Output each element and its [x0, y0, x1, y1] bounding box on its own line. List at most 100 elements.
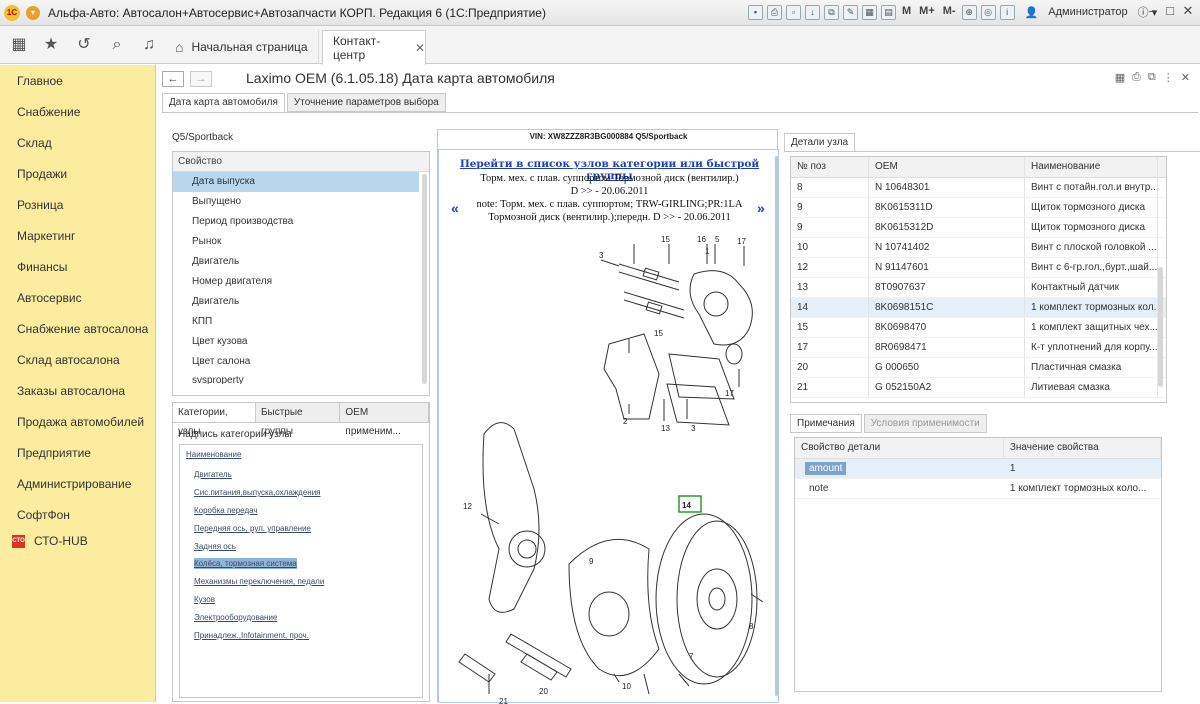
sidebar-item-cto-hub[interactable]: CTO СТО-HUB	[12, 534, 88, 548]
table-row[interactable]: amount 1	[795, 459, 1161, 479]
list-item[interactable]: Наименование	[186, 450, 241, 459]
minimize-icon[interactable]: –	[1145, 4, 1161, 20]
diagram-label-highlight[interactable]: 14	[682, 501, 691, 510]
parts-scrollbar[interactable]	[1158, 267, 1163, 387]
table-row[interactable]: 9 8K0615311D Щиток тормозного диска	[791, 198, 1166, 218]
sidebar-item-administration[interactable]: Администрирование	[17, 477, 131, 491]
table-row[interactable]: КПП	[173, 312, 429, 332]
memory-plus-button[interactable]: M+	[917, 5, 937, 20]
sidebar-item-retail[interactable]: Розница	[17, 198, 63, 212]
history-icon[interactable]: ↺	[75, 36, 93, 54]
table-row[interactable]: Двигатель	[173, 292, 429, 312]
sidebar-item-dealer-supply[interactable]: Снабжение автосалона	[17, 322, 148, 336]
preview-icon[interactable]: ▫	[786, 4, 801, 20]
table-row[interactable]: 12 N 91147601 Винт с 6-гр.гол.,бурт.,шай..…	[791, 258, 1166, 278]
table-row[interactable]: 9 8K0615312D Щиток тормозного диска	[791, 218, 1166, 238]
sidebar-item-autoservice[interactable]: Автосервис	[17, 291, 82, 305]
list-item[interactable]: Электрооборудование	[194, 613, 277, 622]
close-form-icon[interactable]: ✕	[1181, 71, 1190, 84]
tab-categories[interactable]: Категории, узлы	[173, 403, 256, 437]
info-icon[interactable]: i	[999, 4, 1015, 20]
sidebar-item-warehouse[interactable]: Склад	[17, 136, 52, 150]
table-row[interactable]: 10 N 10741402 Винт с плоской головкой ...	[791, 238, 1166, 258]
maximize-icon[interactable]: □	[1162, 4, 1178, 20]
memory-m-button[interactable]: M	[900, 5, 913, 20]
print-form-icon[interactable]: ⎙	[1132, 71, 1141, 84]
column-header-pos[interactable]: № поз	[791, 157, 869, 177]
tab-home[interactable]: ⌂ Начальная страница	[165, 30, 319, 64]
tab-node-details[interactable]: Детали узла	[784, 133, 856, 152]
sidebar-item-main[interactable]: Главное	[17, 74, 63, 88]
close-window-icon[interactable]: ✕	[1180, 4, 1196, 20]
properties-scrollbar[interactable]	[422, 174, 427, 384]
table-row[interactable]: Номер двигателя	[173, 272, 429, 292]
sidebar-item-dealer-warehouse[interactable]: Склад автосалона	[17, 353, 120, 367]
column-header-name[interactable]: Наименование	[1025, 157, 1158, 177]
link-icon[interactable]: ⧉	[1148, 71, 1156, 84]
table-row[interactable]: Дата выпуска	[173, 172, 419, 192]
copy-icon[interactable]: ⧉	[824, 4, 839, 20]
list-item[interactable]: Коробка передач	[194, 506, 258, 515]
calculator-icon[interactable]: ▤	[881, 4, 896, 20]
favorites-star-icon[interactable]: ★	[42, 36, 60, 54]
list-item[interactable]: Передняя ось, рул. управление	[194, 524, 311, 533]
tab-oem-applicability[interactable]: OEM применим...	[340, 403, 430, 437]
table-row[interactable]: 17 8R0698471 К-т уплотнений для корпу...	[791, 338, 1166, 358]
main-menu-icon[interactable]: ▾	[26, 5, 40, 20]
next-diagram-arrow[interactable]: »	[757, 200, 765, 216]
bell-icon[interactable]: ◎	[980, 4, 996, 20]
table-row[interactable]: Двигатель	[173, 252, 429, 272]
user-name[interactable]: Администратор	[1048, 6, 1127, 18]
save-form-icon[interactable]: ▦	[1115, 71, 1125, 84]
table-row[interactable]: 15 8K0698470 1 комплект защитных чех...	[791, 318, 1166, 338]
table-row[interactable]: note 1 комплект тормозных коло...	[795, 479, 1161, 499]
notifications-bell-icon[interactable]: ♫	[140, 36, 158, 54]
tab-notes[interactable]: Примечания	[790, 414, 862, 433]
zoom-icon[interactable]: ⊕	[961, 4, 977, 20]
sidebar-item-car-sales[interactable]: Продажа автомобилей	[17, 415, 144, 429]
column-header-oem[interactable]: OEM	[869, 157, 1025, 177]
sidebar-item-finance[interactable]: Финансы	[17, 260, 67, 274]
list-item[interactable]: Сис.питания,выпуска,охлаждения	[194, 488, 321, 497]
table-row[interactable]: Период производства	[173, 212, 429, 232]
list-item[interactable]: Принадлеж.,Infotainment, проч.	[194, 631, 309, 640]
list-item[interactable]: Механизмы переключения, педали	[194, 577, 324, 586]
table-row[interactable]: Выпущено	[173, 192, 429, 212]
table-row[interactable]: svsproperty	[173, 372, 429, 384]
column-header-value[interactable]: Значение свойства	[1004, 438, 1161, 458]
calendar-icon[interactable]: ▦	[862, 4, 877, 20]
tab-quick-groups[interactable]: Быстрые группы	[255, 403, 341, 437]
list-item-selected[interactable]: Колёса, тормозная система	[194, 558, 297, 569]
list-item[interactable]: Двигатель	[194, 470, 232, 479]
table-row[interactable]: 21 G 052150A2 Литиевая смазка	[791, 378, 1166, 398]
download-icon[interactable]: ↓	[805, 4, 820, 20]
tab-applicability[interactable]: Условия применимости	[863, 414, 987, 433]
edit-icon[interactable]: ✎	[843, 4, 858, 20]
sidebar-item-softphone[interactable]: СофтФон	[17, 508, 70, 522]
close-tab-icon[interactable]: ✕	[415, 41, 425, 55]
search-icon[interactable]: ⌕	[108, 36, 126, 54]
print-icon[interactable]: ⎙	[767, 4, 782, 20]
table-row[interactable]: Цвет салона	[173, 352, 429, 372]
table-row[interactable]: 8N 10648301 Винт с потайн.гол.и внутр...	[791, 178, 1166, 198]
prev-diagram-arrow[interactable]: «	[451, 200, 459, 216]
apps-grid-icon[interactable]: ▦	[10, 36, 28, 54]
more-icon[interactable]: ⋮	[1163, 71, 1174, 84]
sidebar-item-supply[interactable]: Снабжение	[17, 105, 80, 119]
save-icon[interactable]: ▪	[748, 4, 763, 20]
sidebar-item-marketing[interactable]: Маркетинг	[17, 229, 75, 243]
column-header-property[interactable]: Свойство детали	[795, 438, 1004, 458]
memory-minus-button[interactable]: M-	[941, 5, 958, 20]
table-row[interactable]: Рынок	[173, 232, 429, 252]
back-button[interactable]: ←	[162, 71, 184, 87]
tab-car-datacard[interactable]: Дата карта автомобиля	[162, 93, 285, 112]
diagram-scrollbar[interactable]	[775, 156, 778, 696]
tab-contact-center[interactable]: Контакт-центр ✕	[322, 30, 426, 65]
table-row[interactable]: 20 G 000650 Пластичная смазка	[791, 358, 1166, 378]
sidebar-item-enterprise[interactable]: Предприятие	[17, 446, 91, 460]
tab-refine-params[interactable]: Уточнение параметров выбора	[286, 93, 446, 112]
list-item[interactable]: Кузов	[194, 595, 215, 604]
forward-button[interactable]: →	[190, 71, 212, 87]
table-row[interactable]: Цвет кузова	[173, 332, 429, 352]
table-row[interactable]: 14 8K0698151C 1 комплект тормозных кол...	[791, 298, 1166, 318]
